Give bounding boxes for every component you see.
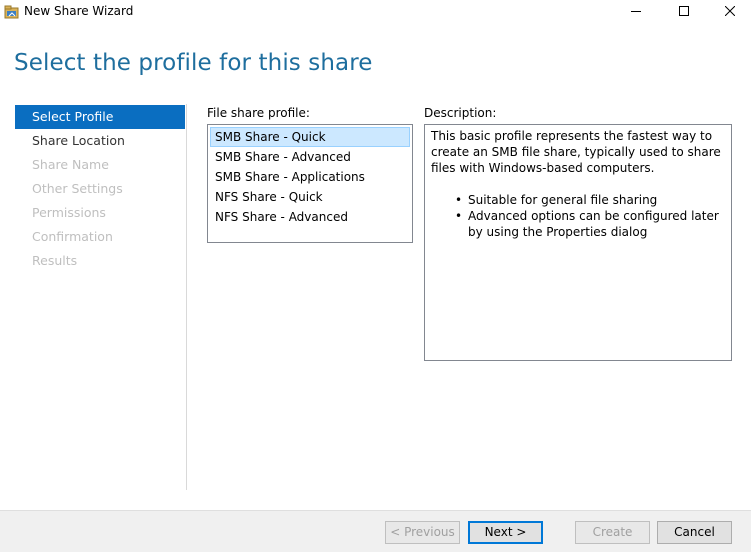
close-button[interactable] xyxy=(707,0,751,24)
step-confirmation: Confirmation xyxy=(32,229,113,244)
minimize-icon xyxy=(631,5,641,19)
description-bullets: Suitable for general file sharing Advanc… xyxy=(431,192,727,240)
cancel-button[interactable]: Cancel xyxy=(657,521,732,544)
profile-item-smb-quick[interactable]: SMB Share - Quick xyxy=(210,127,410,147)
page-title: Select the profile for this share xyxy=(14,50,373,76)
next-button[interactable]: Next > xyxy=(468,521,543,544)
window-title: New Share Wizard xyxy=(24,4,134,18)
step-select-profile[interactable]: Select Profile xyxy=(15,105,185,129)
create-button[interactable]: Create xyxy=(575,521,650,544)
wizard-steps: Select Profile Share Location Share Name… xyxy=(15,105,185,273)
step-other-settings: Other Settings xyxy=(32,181,123,196)
steps-divider xyxy=(186,104,187,490)
profile-item-nfs-quick[interactable]: NFS Share - Quick xyxy=(210,187,410,207)
step-share-name: Share Name xyxy=(32,157,109,172)
maximize-button[interactable] xyxy=(661,0,707,24)
description-bullet: Advanced options can be configured later… xyxy=(455,208,727,240)
description-label: Description: xyxy=(424,106,497,120)
profile-item-smb-applications[interactable]: SMB Share - Applications xyxy=(210,167,410,187)
minimize-button[interactable] xyxy=(613,0,659,24)
share-folder-icon xyxy=(4,4,20,20)
description-text: This basic profile represents the fastes… xyxy=(431,129,721,175)
profile-list-label: File share profile: xyxy=(207,106,310,120)
description-box: This basic profile represents the fastes… xyxy=(424,124,732,361)
step-share-location[interactable]: Share Location xyxy=(15,129,185,153)
description-bullet: Suitable for general file sharing xyxy=(455,192,727,208)
step-permissions: Permissions xyxy=(32,205,106,220)
maximize-icon xyxy=(679,5,689,19)
close-icon xyxy=(724,5,736,19)
step-results: Results xyxy=(32,253,78,268)
previous-button[interactable]: < Previous xyxy=(385,521,460,544)
profile-item-smb-advanced[interactable]: SMB Share - Advanced xyxy=(210,147,410,167)
profile-listbox[interactable]: SMB Share - Quick SMB Share - Advanced S… xyxy=(207,124,413,243)
title-bar[interactable]: New Share Wizard xyxy=(0,0,751,24)
profile-item-nfs-advanced[interactable]: NFS Share - Advanced xyxy=(210,207,410,227)
